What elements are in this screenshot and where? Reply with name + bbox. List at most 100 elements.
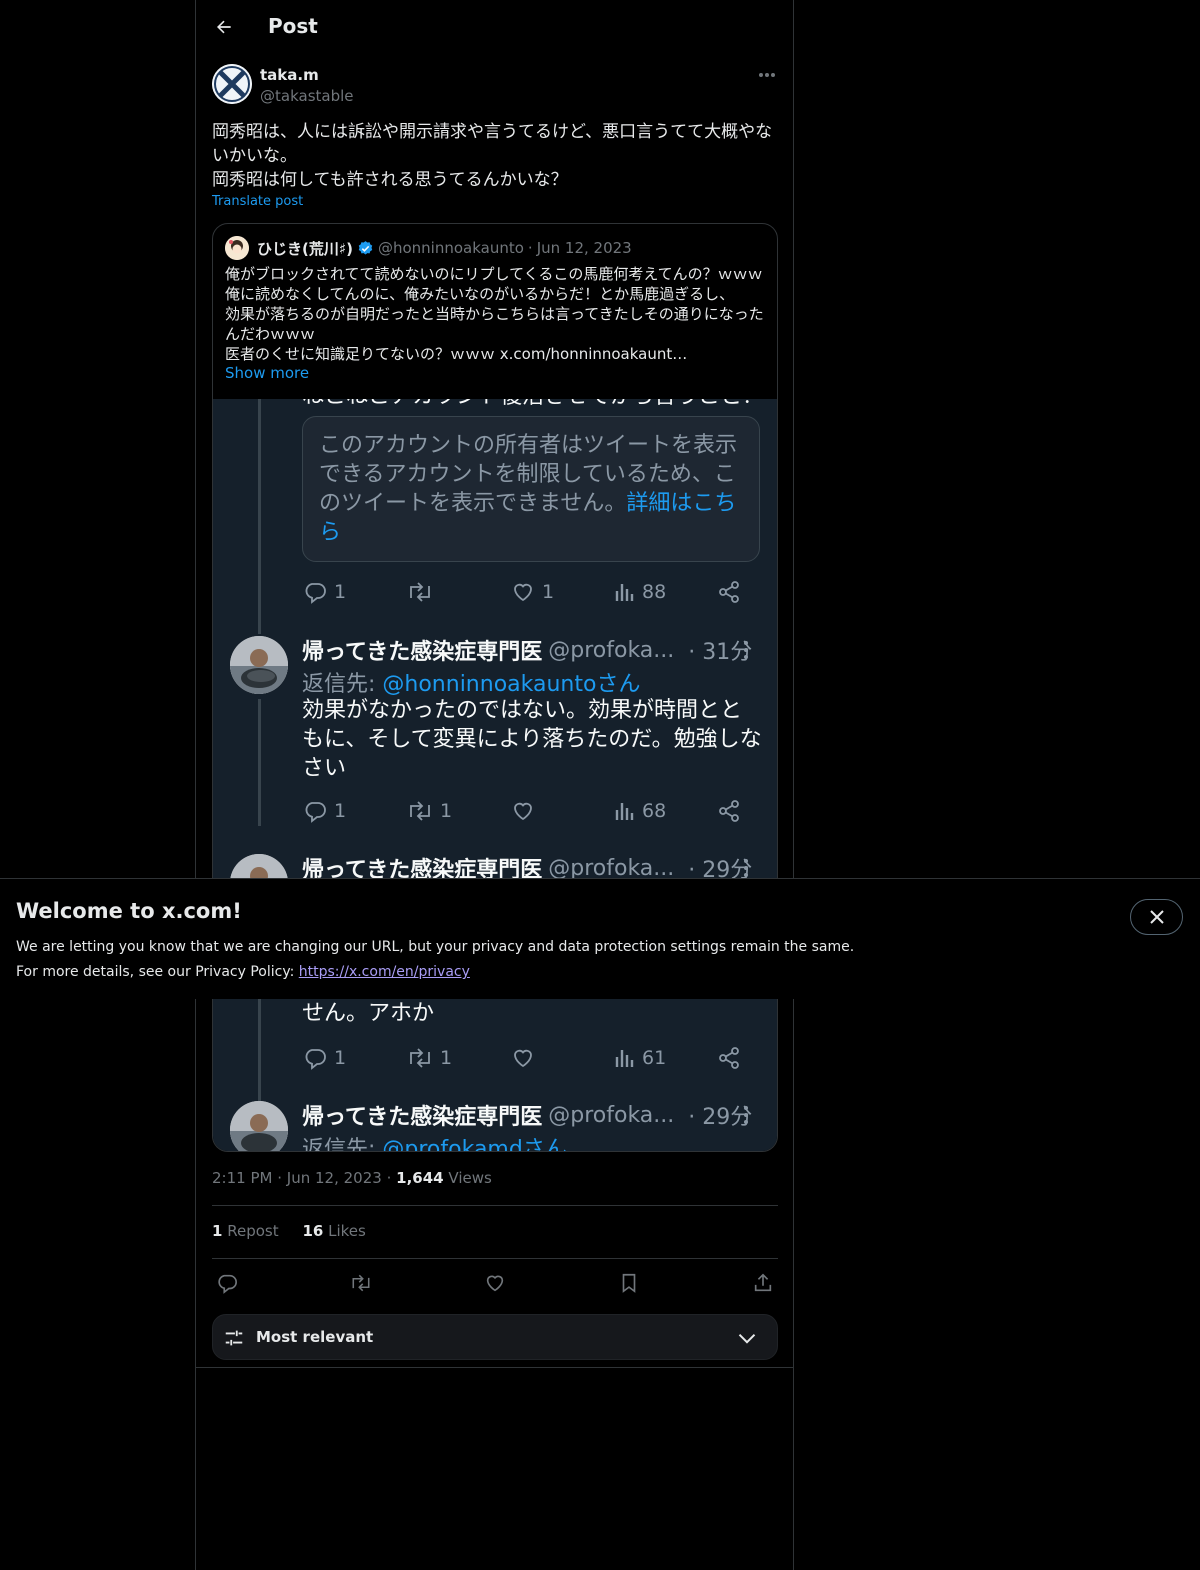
- bookmark-icon: [622, 1273, 636, 1293]
- post-text: 岡秀昭は、人には訴訟や開示請求や言うてるけど、悪口言うてて大概やないかいな。 岡…: [212, 120, 777, 192]
- divider: [196, 1367, 793, 1368]
- reply-icon: [305, 802, 326, 823]
- reply-author-name: 帰ってきた感染症専門医: [302, 1105, 543, 1130]
- banner-title: Welcome to x.com!: [16, 899, 242, 923]
- reply-to-prefix: 返信先:: [302, 672, 383, 697]
- repost-button[interactable]: [348, 1270, 374, 1296]
- attached-screenshot-image[interactable]: ねこねこアカウント復活させてから言うこと？ このアカウントの所有者はツイートを表…: [213, 399, 777, 1152]
- reposts-count: 1: [212, 1222, 223, 1240]
- reply-count-group: 1: [302, 579, 346, 605]
- like-count-group: [510, 1045, 542, 1071]
- banner-line: We are letting you know that we are chan…: [16, 939, 855, 955]
- views-count: 61: [642, 1047, 667, 1069]
- retweet-count-group: 1: [406, 798, 452, 824]
- retweet-icon: [410, 582, 430, 602]
- more-vertical-icon: [744, 641, 748, 659]
- views-bar-icon: [615, 803, 634, 820]
- reply-author-avatar: [230, 636, 288, 694]
- more-horizontal-icon: [759, 73, 775, 77]
- repost-icon: [352, 1274, 370, 1292]
- quoted-author-name: ひじき(荒川♯): [257, 239, 353, 258]
- reply-to-line: 返信先: @honninnoakauntoさん: [302, 666, 640, 698]
- reply-header: 帰ってきた感染症専門医 @profoka... · 29分: [302, 1101, 752, 1131]
- sliders-icon: [225, 1330, 243, 1346]
- reply-count-group: 1: [302, 1045, 346, 1071]
- likes-stat[interactable]: 16 Likes: [302, 1222, 365, 1240]
- heart-icon: [514, 583, 532, 602]
- more-options-button[interactable]: [754, 66, 780, 84]
- like-button[interactable]: [482, 1270, 508, 1296]
- quoted-text-line: 効果が落ちるのが自明だったと当時からこちらは言ってきたしその通りになったんだわｗ…: [225, 305, 764, 343]
- more-vertical-icon: [744, 859, 748, 877]
- reply-count: 1: [334, 800, 347, 822]
- share-group: [717, 798, 741, 824]
- views-bar-icon: [615, 584, 634, 601]
- banner-text: We are letting you know that we are chan…: [16, 935, 854, 985]
- screenshot-cut-text: ねこねこアカウント復活させてから言うこと？: [302, 399, 762, 411]
- show-more-link[interactable]: Show more: [225, 364, 309, 382]
- reply-sort-dropdown[interactable]: Most relevant: [212, 1314, 778, 1360]
- privacy-policy-link[interactable]: https://x.com/en/privacy: [299, 964, 470, 980]
- separator-dot: ·: [527, 239, 533, 257]
- reply-author-name: 帰ってきた感染症専門医: [302, 640, 543, 665]
- post-action-bar: [212, 1268, 778, 1298]
- sort-label: Most relevant: [256, 1328, 374, 1346]
- reply-button[interactable]: [214, 1270, 240, 1296]
- banner-close-button[interactable]: [1130, 899, 1183, 935]
- post-time[interactable]: 2:11 PM: [212, 1169, 272, 1187]
- share-button[interactable]: [750, 1270, 776, 1296]
- bookmark-button[interactable]: [616, 1270, 642, 1296]
- quoted-post-date: Jun 12, 2023: [536, 239, 632, 257]
- retweet-count: 1: [440, 1047, 453, 1069]
- screenshot-reply: 帰ってきた感染症専門医 @profoka... · 29分 返信先: @prof…: [213, 1101, 777, 1152]
- reply-header: 帰ってきた感染症専門医 @profoka... · 31分: [302, 636, 752, 666]
- reply-author-handle: @profoka...: [548, 637, 675, 663]
- post-text-line: 岡秀昭は、人には訴訟や開示請求や言うてるけど、悪口言うてて大概やないかいな。: [212, 122, 773, 166]
- quoted-author-avatar: [225, 236, 249, 260]
- share-icon: [719, 800, 739, 822]
- author-name[interactable]: taka.m: [260, 66, 319, 84]
- reply-author-handle: @profoka...: [548, 1102, 675, 1128]
- post-text-line: 岡秀昭は何しても許される思うてるんかいな？: [212, 170, 568, 190]
- reply-more-button: [739, 638, 753, 662]
- verified-badge-icon: [358, 240, 373, 255]
- main-column: Post taka.m @takastable 岡秀昭は、人には訴訟や開示請求や…: [195, 0, 794, 1570]
- share-icon: [719, 1047, 739, 1069]
- post-metadata: 2:11 PM · Jun 12, 2023 · 1,644 Views: [212, 1169, 492, 1187]
- quoted-post[interactable]: ひじき(荒川♯) @honninnoakaunto · Jun 12, 2023…: [212, 223, 778, 1152]
- page-header: Post: [196, 0, 793, 54]
- reply-count: 1: [334, 1047, 347, 1069]
- back-button[interactable]: [208, 11, 240, 43]
- likes-count: 16: [302, 1222, 324, 1240]
- quoted-post-text: 俺がブロックされてて読めないのにリプしてくるこの馬鹿何考えてんの？ｗｗｗ 俺に読…: [225, 264, 767, 364]
- views-count: 88: [642, 581, 667, 603]
- screenshot-action-row: 1 1 68: [302, 798, 752, 824]
- separator-dot: ·: [277, 1169, 283, 1187]
- url-change-banner: Welcome to x.com! We are letting you kno…: [0, 878, 1200, 999]
- retweet-icon: [410, 1048, 430, 1068]
- reply-body: 効果がなかったのではない。効果が時間とともに、そして変異により落ちたのだ。勉強し…: [302, 698, 762, 781]
- like-count: 1: [542, 581, 555, 603]
- quoted-author-handle: @honninnoakaunto: [377, 239, 524, 257]
- views-count: 68: [642, 800, 667, 822]
- share-icon: [719, 581, 739, 603]
- chevron-down-icon: [738, 1333, 756, 1344]
- translate-post-link[interactable]: Translate post: [212, 194, 303, 209]
- post-date[interactable]: Jun 12, 2023: [287, 1169, 382, 1187]
- thread-line: [258, 699, 261, 826]
- share-group: [717, 579, 741, 605]
- quoted-text-line: 俺に読めなくしてんのに、俺みたいなのがいるからだ！とか馬鹿過ぎるし、: [225, 285, 735, 303]
- reply-to-prefix: 返信先:: [302, 1137, 383, 1152]
- views-count-group: 61: [614, 1045, 666, 1071]
- views-count-group: 88: [614, 579, 666, 605]
- views-label: Views: [448, 1169, 492, 1187]
- reply-icon: [305, 583, 326, 604]
- author-handle[interactable]: @takastable: [260, 87, 354, 105]
- reply-more-button: [739, 1103, 753, 1127]
- screenshot-action-row: 1 1 61: [302, 1045, 752, 1071]
- reply-to-line: 返信先: @profokamdさん、: [302, 1131, 589, 1152]
- author-avatar[interactable]: [212, 64, 252, 104]
- reposts-stat[interactable]: 1 Repost: [212, 1222, 279, 1240]
- thread-line: [258, 399, 261, 634]
- quoted-text-line: 俺がブロックされてて読めないのにリプしてくるこの馬鹿何考えてんの？ｗｗｗ: [225, 265, 763, 283]
